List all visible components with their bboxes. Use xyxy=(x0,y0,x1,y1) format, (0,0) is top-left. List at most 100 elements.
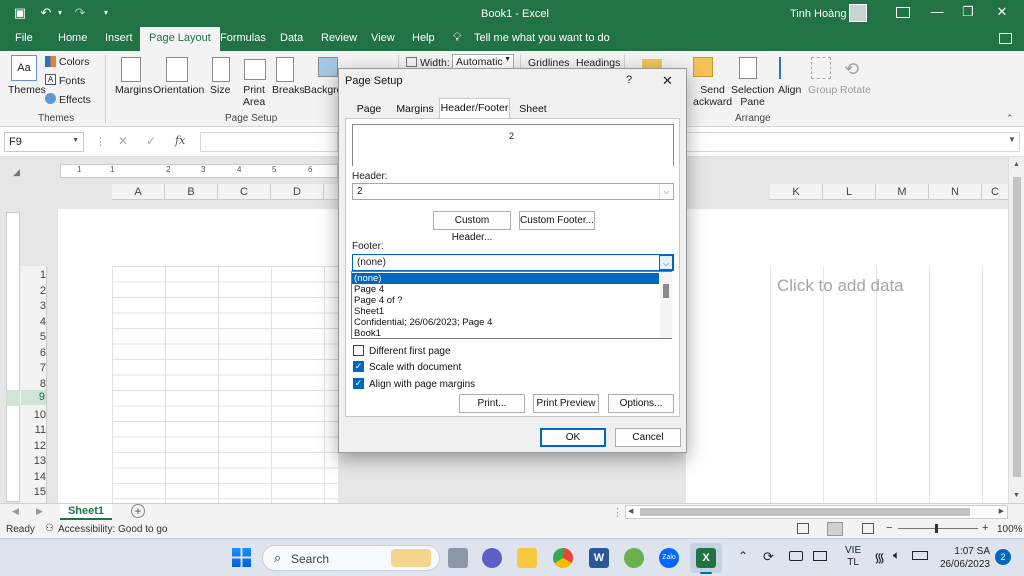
restore-icon[interactable]: ❐ xyxy=(958,4,978,20)
row-header[interactable]: 2 xyxy=(22,284,46,299)
minimize-icon[interactable]: — xyxy=(927,4,947,19)
row-header[interactable]: 7 xyxy=(22,361,46,376)
ribbon-display-icon[interactable] xyxy=(896,7,910,18)
footer-option[interactable]: Sheet1 xyxy=(352,306,659,317)
footer-option[interactable]: Book1 xyxy=(352,328,659,339)
column-header[interactable]: K xyxy=(770,184,823,200)
scroll-thumb[interactable] xyxy=(640,508,970,516)
tab-help[interactable]: Help xyxy=(412,32,435,44)
effects-button[interactable]: Effects xyxy=(59,94,91,106)
size-icon[interactable] xyxy=(212,57,230,82)
click-to-add-data[interactable]: Click to add data xyxy=(777,276,904,296)
print-preview-button[interactable]: Print Preview xyxy=(533,394,599,413)
close-icon[interactable]: ✕ xyxy=(992,4,1012,20)
align-with-margins-label[interactable]: Align with page margins xyxy=(369,379,475,390)
ok-button[interactable]: OK xyxy=(540,428,606,447)
themes-button[interactable]: Themes xyxy=(8,84,46,96)
normal-view-icon[interactable] xyxy=(797,523,809,534)
align-button[interactable]: Align xyxy=(778,84,801,96)
scroll-down-icon[interactable]: ▼ xyxy=(1013,492,1020,499)
cancel-icon[interactable]: ✕ xyxy=(118,134,128,148)
print-area-button[interactable]: Print Area xyxy=(243,84,265,108)
scroll-left-icon[interactable]: ◀ xyxy=(628,507,633,515)
align-with-margins-checkbox[interactable]: ✓ xyxy=(353,378,364,389)
align-icon[interactable] xyxy=(779,57,799,79)
notification-badge[interactable]: 2 xyxy=(995,549,1011,565)
row-header[interactable]: 10 xyxy=(22,408,46,423)
width-select[interactable]: Automatic ▼ xyxy=(452,54,514,69)
column-header[interactable]: M xyxy=(876,184,929,200)
rotate-button[interactable]: Rotate xyxy=(840,84,871,96)
display-icon[interactable] xyxy=(813,551,827,561)
row-header[interactable]: 12 xyxy=(22,439,46,454)
column-header[interactable]: D xyxy=(271,184,324,200)
scroll-thumb[interactable] xyxy=(1013,177,1021,477)
orientation-icon[interactable] xyxy=(166,57,188,82)
save-icon[interactable]: ▣ xyxy=(12,5,28,21)
tab-margins[interactable]: Margins xyxy=(392,100,438,118)
tab-sheet[interactable]: Sheet xyxy=(515,100,551,118)
language-indicator[interactable]: VIE TL xyxy=(845,545,861,569)
send-backward-icon[interactable] xyxy=(693,57,713,77)
scroll-up-icon[interactable]: ▲ xyxy=(1013,161,1020,168)
user-name[interactable]: Tinh Hoàng xyxy=(790,8,846,20)
clock[interactable]: 1:07 SA 26/06/2023 xyxy=(938,545,990,571)
show-hidden-icons-icon[interactable]: ⌃ xyxy=(738,549,748,563)
print-button[interactable]: Print... xyxy=(459,394,525,413)
group-button[interactable]: Group xyxy=(808,84,837,96)
tell-me-search[interactable]: Tell me what you want to do xyxy=(474,32,610,44)
battery-icon[interactable] xyxy=(912,551,928,560)
tab-page[interactable]: Page xyxy=(353,100,385,118)
row-header[interactable]: 5 xyxy=(22,330,46,345)
send-backward-button[interactable]: Send ackward xyxy=(693,84,732,108)
next-sheet-icon[interactable]: ▶ xyxy=(36,506,43,517)
zoom-slider-thumb[interactable] xyxy=(935,524,938,533)
different-first-page-checkbox[interactable] xyxy=(353,345,364,356)
column-header[interactable]: C xyxy=(982,184,1008,200)
scale-with-document-checkbox[interactable]: ✓ xyxy=(353,361,364,372)
taskbar-search[interactable]: ⌕ Search xyxy=(262,545,440,571)
tab-header-footer[interactable]: Header/Footer xyxy=(439,98,510,119)
scroll-thumb[interactable] xyxy=(663,284,669,298)
zoom-out-icon[interactable]: − xyxy=(886,522,892,534)
header-select[interactable]: 2 ⌵ xyxy=(352,183,674,200)
excel-icon[interactable]: X xyxy=(696,548,716,568)
footer-select[interactable]: (none) ⌵ xyxy=(352,254,674,271)
custom-header-button[interactable]: Custom Header... xyxy=(433,211,511,243)
row-header[interactable]: 1 xyxy=(22,268,46,283)
formula-input-right[interactable] xyxy=(686,132,1020,152)
rotate-icon[interactable]: ⟲ xyxy=(844,59,859,80)
background-button[interactable]: Backgro xyxy=(304,84,343,96)
row-header[interactable]: 6 xyxy=(22,346,46,361)
cell-grid[interactable] xyxy=(112,266,338,503)
row-header[interactable]: 3 xyxy=(22,299,46,314)
close-icon[interactable]: ✕ xyxy=(662,73,673,89)
page-layout-view-icon[interactable] xyxy=(827,522,843,536)
breaks-button[interactable]: Breaks xyxy=(272,84,305,96)
footer-option[interactable]: Confidential; 26/06/2023; Page 4 xyxy=(352,317,659,328)
formula-input[interactable] xyxy=(200,132,338,152)
footer-option[interactable]: Page 4 of ? xyxy=(352,295,659,306)
scale-with-document-label[interactable]: Scale with document xyxy=(369,362,461,373)
themes-icon[interactable]: Aa xyxy=(11,55,37,81)
custom-footer-button[interactable]: Custom Footer... xyxy=(519,211,595,230)
task-view-icon[interactable] xyxy=(448,548,468,568)
tab-view[interactable]: View xyxy=(371,32,395,44)
column-header[interactable]: N xyxy=(929,184,982,200)
add-sheet-icon[interactable]: + xyxy=(131,504,145,518)
selection-pane-icon[interactable] xyxy=(739,57,757,79)
row-header[interactable]: 4 xyxy=(22,315,46,330)
prev-sheet-icon[interactable]: ◀ xyxy=(12,506,19,517)
teams-icon[interactable] xyxy=(482,548,502,568)
comments-icon[interactable] xyxy=(999,33,1012,44)
footer-option[interactable]: Page 4 xyxy=(352,284,659,295)
tab-page-layout[interactable]: Page Layout xyxy=(140,27,220,51)
customize-toolbar-icon[interactable]: ▾ xyxy=(98,5,114,21)
select-all-icon[interactable]: ◢ xyxy=(13,167,20,178)
zoom-in-icon[interactable]: + xyxy=(982,522,988,534)
start-icon[interactable] xyxy=(232,548,251,567)
horizontal-scrollbar[interactable]: ◀ ▶ xyxy=(625,505,1008,519)
group-icon[interactable] xyxy=(811,57,831,79)
background-icon[interactable] xyxy=(318,57,338,77)
file-explorer-icon[interactable] xyxy=(517,548,537,568)
